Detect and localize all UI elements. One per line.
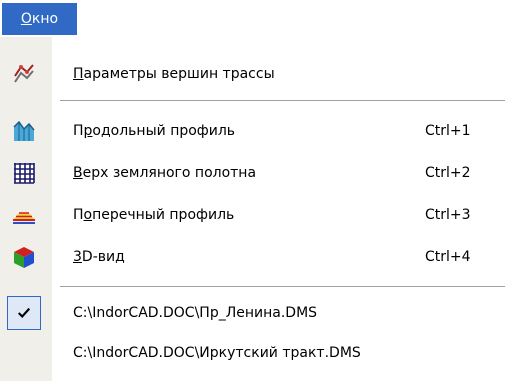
longitudinal-profile-icon — [12, 119, 36, 143]
menu-item-document[interactable]: C:\IndorCAD.DOC\Иркутский тракт.DMS — [0, 331, 513, 375]
checkmark-icon — [7, 296, 41, 330]
menu-item-shortcut: Ctrl+1 — [425, 123, 471, 139]
subgrade-top-icon — [12, 161, 36, 185]
menu-item-3d-view[interactable]: 3D-вид Ctrl+4 — [0, 235, 513, 279]
menu-item-shortcut: Ctrl+2 — [425, 165, 471, 181]
menu-item-document[interactable]: C:\IndorCAD.DOC\Пр_Ленина.DMS — [0, 291, 513, 335]
3d-view-icon — [12, 245, 36, 269]
menu-item-label: 3D-вид — [73, 249, 125, 265]
menu-item-cross-section[interactable]: Поперечный профиль Ctrl+3 — [0, 193, 513, 237]
menu-separator — [60, 100, 505, 102]
menu-separator — [60, 286, 505, 288]
route-vertices-icon — [12, 62, 36, 86]
menu-item-shortcut: Ctrl+3 — [425, 207, 471, 223]
menu-item-label: Параметры вершин трассы — [73, 66, 275, 82]
menu-item-label: Верх земляного полотна — [73, 165, 257, 181]
menu-window-label: кно — [31, 11, 59, 27]
window-menu-dropdown: Параметры вершин трассы Продольный профи… — [0, 37, 513, 381]
menu-item-shortcut: Ctrl+4 — [425, 249, 471, 265]
document-path: C:\IndorCAD.DOC\Пр_Ленина.DMS — [73, 305, 318, 321]
menu-bar: Окно — [0, 0, 513, 38]
menu-item-label: Продольный профиль — [73, 123, 236, 139]
menu-window-accel: О — [20, 11, 32, 27]
menu-item-label: Поперечный профиль — [73, 207, 235, 223]
menu-item-route-vertex-params[interactable]: Параметры вершин трассы — [0, 52, 513, 96]
cross-section-icon — [12, 203, 36, 227]
document-path: C:\IndorCAD.DOC\Иркутский тракт.DMS — [73, 345, 361, 361]
menu-window[interactable]: Окно — [2, 3, 77, 35]
menu-item-longitudinal-profile[interactable]: Продольный профиль Ctrl+1 — [0, 109, 513, 153]
menu-item-subgrade-top[interactable]: Верх земляного полотна Ctrl+2 — [0, 151, 513, 195]
